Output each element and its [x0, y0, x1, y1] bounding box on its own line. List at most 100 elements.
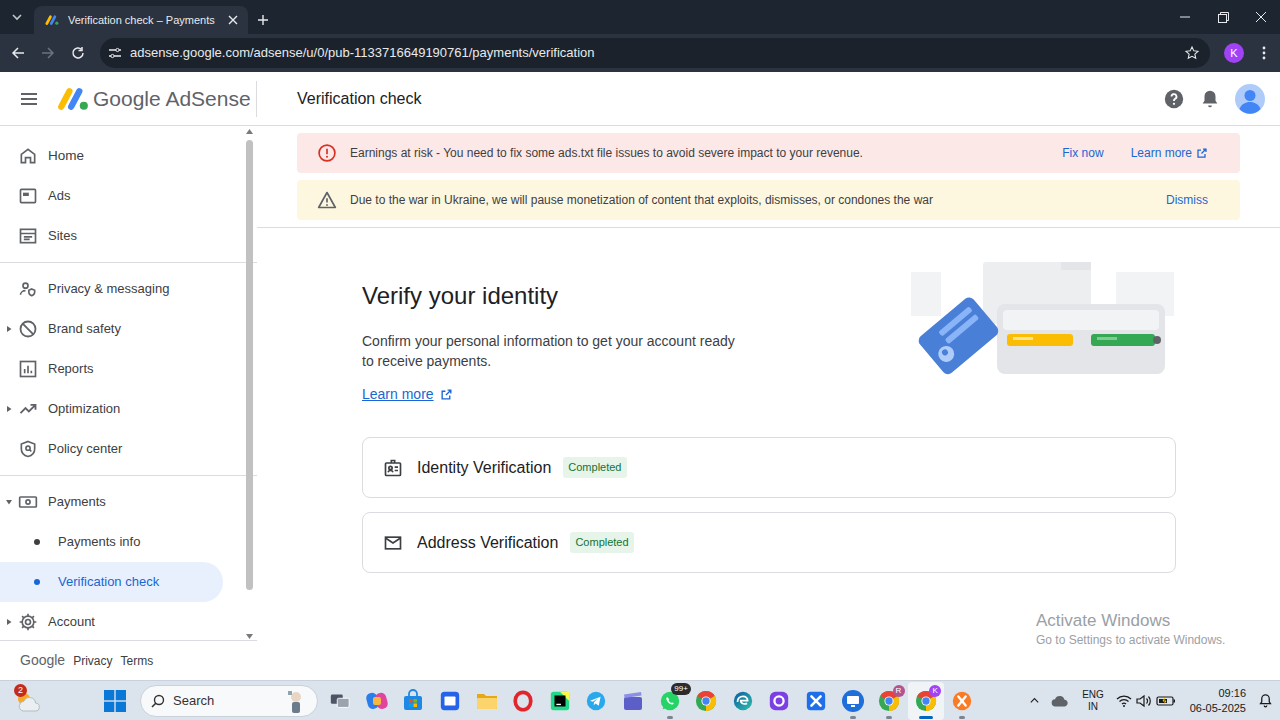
clock-date: 06-05-2025 — [1190, 701, 1246, 716]
taskbar-app[interactable] — [505, 682, 542, 720]
alert-banner: Due to the war in Ukraine, we will pause… — [297, 180, 1240, 220]
taskbar-app[interactable] — [688, 682, 725, 720]
taskbar-app[interactable] — [834, 682, 871, 720]
learn-more-text[interactable]: Learn more — [1131, 144, 1192, 162]
sidebar: Home Ads Sites Privacy & messaging — [0, 126, 257, 680]
sidebar-item[interactable]: Optimization — [0, 389, 223, 429]
sidebar-footer: Google Privacy Terms — [0, 640, 257, 680]
learn-more-link[interactable]: Learn more — [362, 385, 742, 403]
taskbar-app[interactable] — [395, 682, 432, 720]
learn-more-link[interactable]: Learn more — [1131, 144, 1208, 162]
terms-link[interactable]: Terms — [121, 652, 154, 670]
browser-menu-button[interactable] — [1256, 46, 1272, 60]
star-icon[interactable] — [1184, 45, 1200, 61]
expand-arrow-icon[interactable] — [5, 325, 13, 333]
folder-icon — [475, 689, 499, 713]
app-header: Google AdSense Verification check — [0, 72, 1280, 126]
sidebar-subitem[interactable]: Verification check — [0, 562, 223, 602]
tab-search-button[interactable] — [0, 0, 34, 34]
start-button[interactable] — [96, 682, 134, 720]
taskbar-app[interactable] — [725, 682, 762, 720]
app-window-icon — [439, 690, 461, 712]
clock[interactable]: 09:16 06-05-2025 — [1180, 686, 1250, 716]
sidebar-label: Privacy & messaging — [48, 279, 169, 299]
taskbar-app[interactable] — [944, 682, 981, 720]
alert-text: Due to the war in Ukraine, we will pause… — [350, 191, 1166, 209]
taskbar-app[interactable]: 99+ — [651, 682, 688, 720]
privacy-icon — [18, 279, 38, 299]
payments-icon — [18, 492, 38, 512]
taskbar-app[interactable] — [798, 682, 835, 720]
expand-arrow-icon[interactable] — [5, 405, 13, 413]
taskbar-app[interactable]: R — [871, 682, 908, 720]
sidebar-item[interactable]: Sites — [0, 216, 223, 256]
verification-step[interactable]: Identity Verification Completed — [362, 437, 1176, 498]
sidebar-subitem[interactable]: Payments info — [0, 522, 223, 562]
minimize-button[interactable] — [1166, 0, 1204, 34]
learn-more-text[interactable]: Learn more — [362, 385, 434, 403]
sidebar-item[interactable]: Account — [0, 602, 223, 640]
reload-button[interactable] — [63, 46, 93, 60]
sidebar-item[interactable]: Policy center — [0, 429, 223, 469]
running-indicator — [886, 716, 892, 719]
notification-badge: 99+ — [671, 683, 691, 695]
running-indicator — [919, 716, 933, 719]
home-icon — [18, 146, 38, 166]
notifications-button[interactable] — [1250, 693, 1280, 708]
taskbar-app[interactable] — [432, 682, 469, 720]
sidebar-item[interactable]: Ads — [0, 176, 223, 216]
video-editor-icon — [621, 689, 645, 713]
expand-arrow-icon[interactable] — [5, 498, 13, 506]
maximize-button[interactable] — [1204, 0, 1242, 34]
privacy-link[interactable]: Privacy — [73, 652, 112, 670]
dismiss-button[interactable]: Dismiss — [1166, 191, 1208, 209]
sidebar-scrollbar[interactable] — [245, 128, 254, 640]
taskbar-app[interactable]: K — [908, 682, 945, 720]
menu-button[interactable] — [0, 89, 39, 109]
taskbar-app[interactable] — [542, 682, 579, 720]
taskbar-search[interactable]: Search — [140, 685, 318, 717]
watermark-title: Activate Windows — [1036, 610, 1225, 632]
reports-icon — [18, 359, 38, 379]
sidebar-label: Reports — [48, 359, 94, 379]
input-language[interactable]: ENG IN — [1074, 689, 1112, 713]
battery-icon — [1156, 694, 1176, 708]
taskbar-app[interactable] — [761, 682, 798, 720]
close-icon[interactable] — [228, 15, 238, 25]
help-icon[interactable] — [1163, 88, 1185, 110]
quick-settings[interactable] — [1112, 694, 1180, 708]
chevron-up-icon — [1029, 695, 1040, 706]
scrollbar-thumb[interactable] — [246, 140, 253, 590]
new-tab-button[interactable] — [248, 6, 278, 34]
scroll-down-icon[interactable] — [245, 633, 254, 640]
back-button[interactable] — [3, 46, 33, 60]
verification-step[interactable]: Address Verification Completed — [362, 512, 1176, 573]
bell-icon[interactable] — [1199, 88, 1221, 110]
sidebar-item[interactable]: Reports — [0, 349, 223, 389]
taskbar-app[interactable] — [578, 682, 615, 720]
browser-tab[interactable]: Verification check – Payments — [34, 6, 248, 34]
fix-now-button[interactable]: Fix now — [1062, 144, 1103, 162]
forward-button[interactable] — [33, 46, 63, 60]
taskbar-app[interactable] — [468, 682, 505, 720]
close-window-button[interactable] — [1242, 0, 1280, 34]
scroll-up-icon[interactable] — [245, 128, 254, 135]
taskbar-app[interactable] — [322, 682, 359, 720]
expand-arrow-icon[interactable] — [5, 618, 13, 626]
sidebar-item[interactable]: Brand safety — [0, 309, 223, 349]
profile-avatar[interactable]: K — [1224, 43, 1244, 63]
sidebar-item[interactable]: Privacy & messaging — [0, 269, 223, 309]
sidebar-item[interactable]: Payments — [0, 482, 223, 522]
onedrive-button[interactable] — [1046, 694, 1074, 708]
weather-widget[interactable]: 2 — [0, 681, 54, 720]
mail-icon — [383, 533, 403, 553]
google-link[interactable]: Google — [20, 650, 65, 671]
store-icon — [401, 689, 425, 713]
taskbar-app[interactable] — [359, 682, 396, 720]
sidebar-item[interactable]: Home — [0, 136, 223, 176]
address-bar[interactable]: adsense.google.com/adsense/u/0/pub-11337… — [100, 38, 1210, 68]
show-hidden-icons-button[interactable] — [1022, 695, 1046, 706]
taskbar-app[interactable] — [615, 682, 652, 720]
tab-strip: Verification check – Payments — [0, 0, 1280, 34]
account-avatar-icon[interactable] — [1235, 84, 1265, 114]
